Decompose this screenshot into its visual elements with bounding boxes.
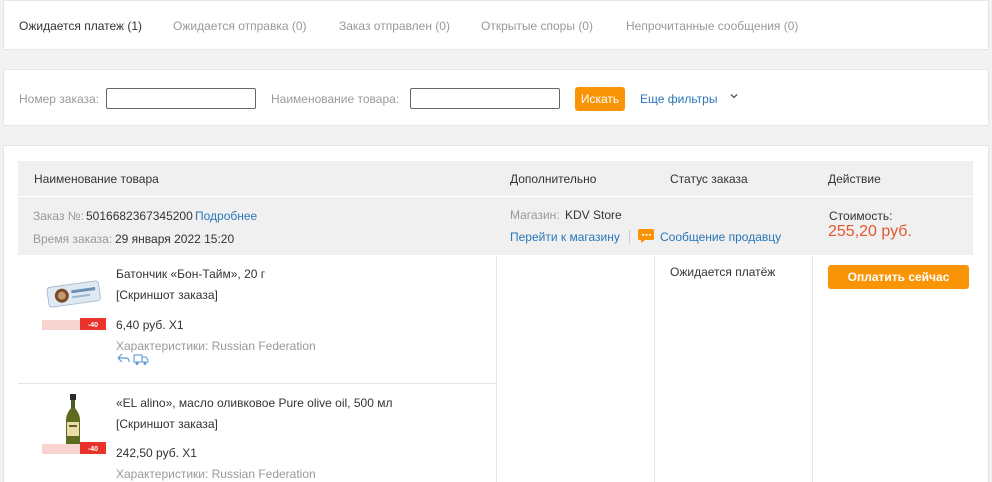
order-status-tabs: Ожидается платеж (1) Ожидается отправка … xyxy=(3,0,989,50)
order-total-price: 255,20 руб. xyxy=(828,223,912,240)
store-name: KDV Store xyxy=(565,208,622,222)
product-characteristics: Характеристики: Russian Federation xyxy=(116,467,316,481)
product-characteristics: Характеристики: Russian Federation xyxy=(116,339,316,353)
product-name[interactable]: Батончик «Бон-Тайм», 20 г xyxy=(116,267,265,281)
order-details-link[interactable]: Подробнее xyxy=(195,209,257,223)
column-header-status: Статус заказа xyxy=(670,172,748,186)
discount-badge: -40 xyxy=(88,446,98,453)
return-shipping-icons xyxy=(117,353,149,365)
order-number: 5016682367345200 xyxy=(86,209,193,223)
tab-order-shipped[interactable]: Заказ отправлен (0) xyxy=(339,19,450,33)
table-header: Наименование товара Дополнительно Статус… xyxy=(18,161,973,196)
item-divider xyxy=(18,383,496,384)
order-number-input[interactable] xyxy=(106,88,256,109)
product-image-oil[interactable]: -40 xyxy=(42,392,106,458)
link-separator xyxy=(629,230,630,244)
message-seller-link[interactable]: Сообщение продавцу xyxy=(660,230,781,244)
tab-awaiting-payment[interactable]: Ожидается платеж (1) xyxy=(19,19,142,33)
order-status: Ожидается платёж xyxy=(670,265,776,279)
product-name-input[interactable] xyxy=(410,88,560,109)
column-divider xyxy=(654,256,655,482)
order-screenshot-link[interactable]: [Скриншот заказа] xyxy=(116,417,218,431)
column-divider xyxy=(812,256,813,482)
column-header-product: Наименование товара xyxy=(34,172,159,186)
filter-bar: Номер заказа: Наименование товара: Искат… xyxy=(3,69,989,126)
pay-now-button[interactable]: Оплатить сейчас xyxy=(828,265,969,289)
more-filters-link[interactable]: Еще фильтры xyxy=(640,92,717,106)
orders-table: Наименование товара Дополнительно Статус… xyxy=(3,145,989,482)
goto-store-link[interactable]: Перейти к магазину xyxy=(510,230,620,244)
search-button[interactable]: Искать xyxy=(575,87,625,111)
product-price: 6,40 руб. X1 xyxy=(116,318,184,332)
chevron-down-icon[interactable] xyxy=(729,91,739,101)
tab-open-disputes[interactable]: Открытые споры (0) xyxy=(481,19,593,33)
tab-awaiting-shipment[interactable]: Ожидается отправка (0) xyxy=(173,19,307,33)
cost-label: Стоимость: xyxy=(829,209,893,223)
order-number-label: Номер заказа: xyxy=(19,92,100,106)
column-header-action: Действие xyxy=(828,172,881,186)
store-label: Магазин: xyxy=(510,208,560,222)
order-time: 29 января 2022 15:20 xyxy=(115,232,235,246)
order-header: Заказ №: 5016682367345200 Подробнее Врем… xyxy=(18,197,973,255)
discount-badge: -40 xyxy=(88,322,98,329)
order-time-label: Время заказа: xyxy=(33,232,113,246)
order-screenshot-link[interactable]: [Скриншот заказа] xyxy=(116,288,218,302)
order-number-label: Заказ №: xyxy=(33,209,85,223)
product-price: 242,50 руб. X1 xyxy=(116,446,197,460)
product-name[interactable]: «EL alino», масло оливковое Pure olive o… xyxy=(116,396,392,410)
product-name-label: Наименование товара: xyxy=(271,92,400,106)
column-divider xyxy=(496,256,497,482)
column-header-additional: Дополнительно xyxy=(510,172,597,186)
chat-icon[interactable] xyxy=(638,229,654,243)
tab-unread-messages[interactable]: Непрочитанные сообщения (0) xyxy=(626,19,798,33)
product-image-bar[interactable]: -40 xyxy=(42,266,106,332)
